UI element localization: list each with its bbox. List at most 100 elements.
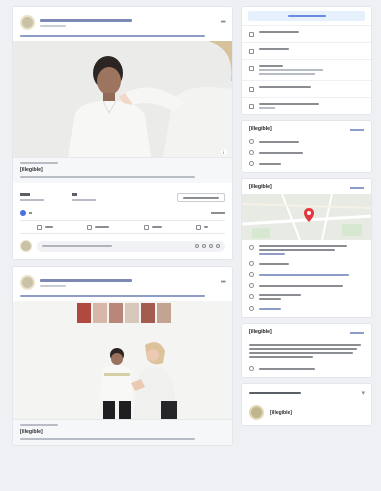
- liked-page-item[interactable]: [illegible]: [242, 400, 371, 425]
- follow-icon: [249, 150, 254, 155]
- liked-page-name: [illegible]: [270, 409, 292, 416]
- post-author[interactable]: [40, 278, 132, 282]
- sticker-icon[interactable]: [216, 244, 220, 248]
- transparency-body: [242, 339, 371, 363]
- community-title: [illegible]: [249, 126, 272, 132]
- about-card: [illegible]: [241, 178, 372, 318]
- post-caption: [13, 33, 232, 41]
- address-row: [242, 240, 371, 258]
- more-horizontal-icon[interactable]: •••: [221, 19, 226, 26]
- transparency-title: [illegible]: [249, 329, 272, 335]
- reaction-count[interactable]: [29, 212, 32, 214]
- share-button[interactable]: [143, 224, 162, 230]
- pages-liked-card: ▾ [illegible]: [241, 383, 372, 426]
- community-stat-follows: [242, 147, 371, 158]
- comment-input[interactable]: [37, 240, 225, 252]
- post-video[interactable]: [13, 301, 232, 419]
- flag-icon: [249, 366, 254, 371]
- community-stat-checkins: [242, 158, 371, 172]
- post-caption-link[interactable]: [20, 295, 205, 297]
- hours-row: [242, 291, 371, 303]
- feed-post: •••: [12, 266, 233, 446]
- chevron-down-icon[interactable]: ▾: [361, 389, 364, 397]
- sidebar-item[interactable]: [242, 42, 371, 59]
- audience-selector[interactable]: [195, 224, 208, 230]
- link-preview[interactable]: [illegible]: [13, 157, 232, 183]
- see-all-link[interactable]: [350, 186, 364, 189]
- camera-icon[interactable]: [202, 244, 206, 248]
- engagements-stat[interactable]: [72, 193, 96, 201]
- message-icon: [249, 49, 254, 54]
- post-timestamp[interactable]: [40, 24, 66, 27]
- page-transparency-card: [illegible]: [241, 323, 372, 378]
- chart-icon: [249, 66, 254, 71]
- boost-post-button[interactable]: [177, 193, 225, 202]
- community-stat-likes: [242, 136, 371, 147]
- thumbs-up-icon: [37, 224, 43, 230]
- page: ••• i [illegible] ••• [illegible] [illeg…: [0, 0, 381, 491]
- feed-column: ••• i [illegible] ••• [illegible]: [12, 6, 233, 452]
- like-icon: [249, 139, 254, 144]
- post-header: •••: [13, 267, 232, 293]
- sidebar-item[interactable]: [242, 80, 371, 97]
- messenger-icon: [249, 283, 254, 288]
- check-in-icon: [249, 161, 254, 166]
- send-message-row: [242, 280, 371, 291]
- phone-row: [242, 258, 371, 269]
- about-header: [illegible]: [242, 179, 371, 194]
- gif-icon[interactable]: [209, 244, 213, 248]
- like-button[interactable]: [37, 224, 54, 230]
- more-horizontal-icon[interactable]: •••: [221, 279, 226, 286]
- video-frame-image: i: [13, 41, 232, 157]
- page-avatar[interactable]: [20, 15, 35, 30]
- like-reaction-icon[interactable]: [20, 210, 26, 216]
- about-title: [illegible]: [249, 184, 272, 190]
- link-title: [illegible]: [20, 167, 43, 173]
- right-sidebar: [illegible] [illegible] [illegible] ▾ [i…: [241, 6, 372, 431]
- map-pin-icon: [304, 208, 314, 222]
- post-caption-link[interactable]: [20, 35, 205, 37]
- page-tools-card: [241, 6, 372, 115]
- post-actions: [20, 220, 225, 234]
- page-icon: [195, 224, 201, 230]
- emoji-icon[interactable]: [195, 244, 199, 248]
- link-description: [20, 176, 195, 178]
- post-header: •••: [13, 7, 232, 33]
- see-all-link[interactable]: [350, 331, 364, 334]
- clock-icon: [249, 294, 254, 299]
- phone-icon: [249, 261, 254, 266]
- share-icon: [143, 224, 149, 230]
- see-all-link[interactable]: [350, 128, 364, 131]
- pencil-icon: [249, 306, 254, 311]
- location-icon: [249, 245, 254, 250]
- location-map[interactable]: [242, 194, 371, 240]
- people-reached-stat[interactable]: [20, 193, 44, 201]
- website-row: [242, 269, 371, 280]
- post-caption: [13, 293, 232, 301]
- link-title: [illegible]: [20, 429, 43, 435]
- suggest-edits-row[interactable]: [242, 303, 371, 317]
- sidebar-item[interactable]: [242, 59, 371, 80]
- commenter-avatar: [20, 240, 32, 252]
- pages-liked-header: ▾: [242, 384, 371, 400]
- comment-icon: [87, 224, 93, 230]
- calendar-icon: [249, 87, 254, 92]
- comment-composer: [13, 234, 232, 259]
- page-avatar[interactable]: [20, 275, 35, 290]
- sidebar-item[interactable]: [242, 25, 371, 42]
- reactions-bar: [13, 207, 232, 220]
- link-domain: [20, 424, 58, 426]
- community-card: [illegible]: [241, 120, 372, 173]
- svg-text:i: i: [223, 150, 224, 155]
- post-video[interactable]: i: [13, 41, 232, 157]
- feed-post: •••: [12, 6, 233, 260]
- page-created-row: [242, 363, 371, 377]
- shares-count[interactable]: [211, 212, 225, 214]
- see-all-page-tips-button[interactable]: [248, 11, 365, 21]
- post-timestamp[interactable]: [40, 284, 66, 287]
- comment-button[interactable]: [87, 224, 110, 230]
- sidebar-item[interactable]: [242, 97, 371, 114]
- globe-icon: [249, 272, 254, 277]
- link-preview[interactable]: [illegible]: [13, 419, 232, 445]
- post-author[interactable]: [40, 18, 132, 22]
